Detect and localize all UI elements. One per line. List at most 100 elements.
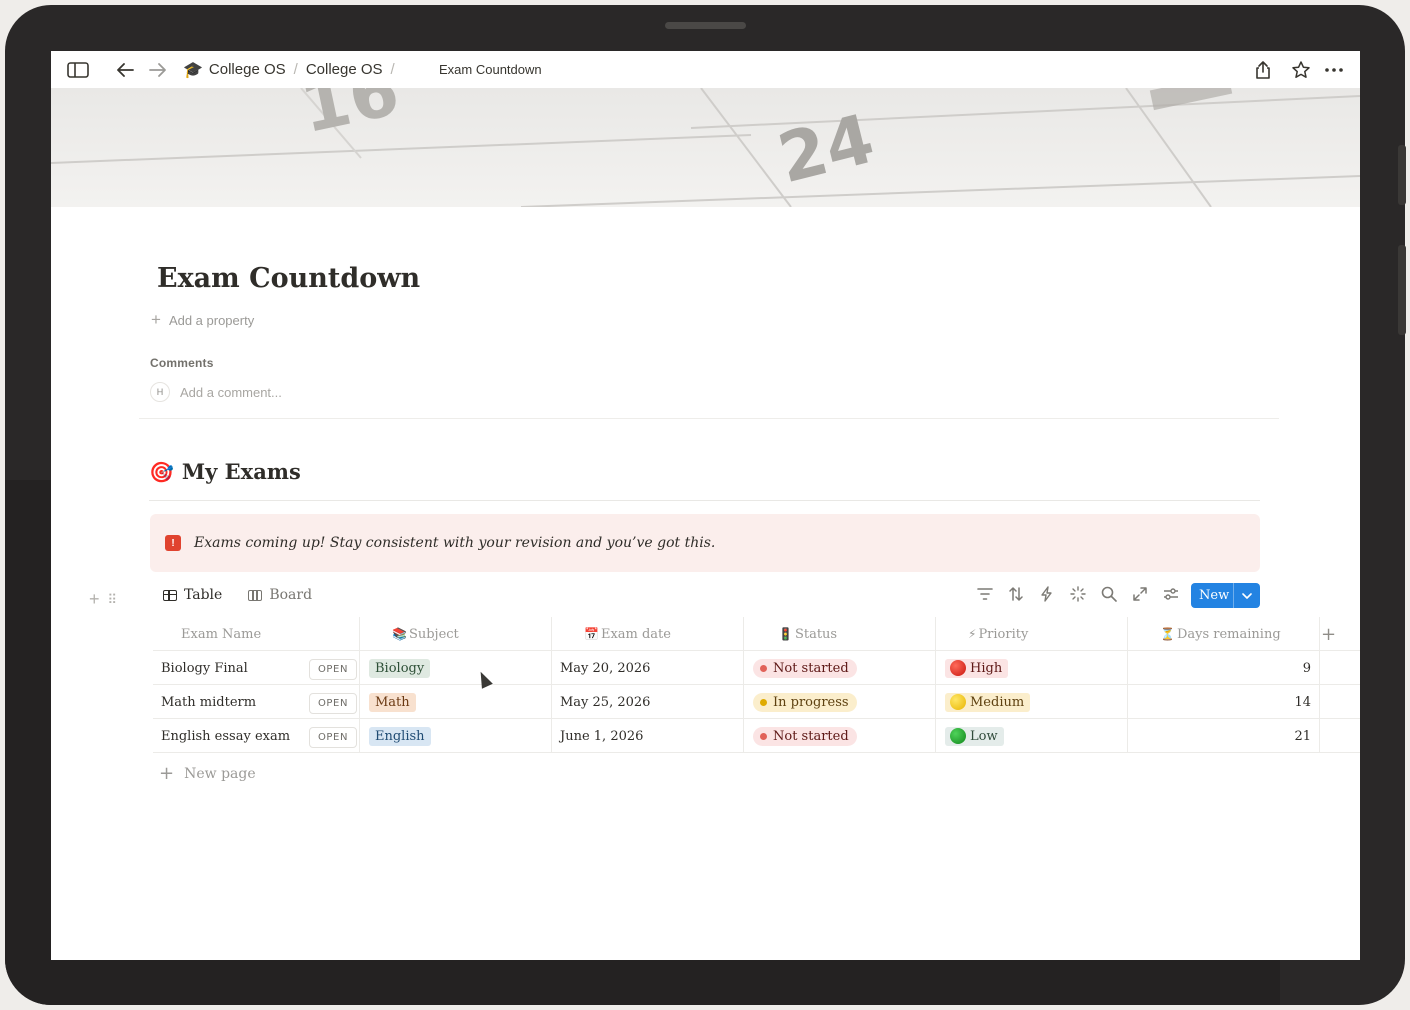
- column-header-status[interactable]: 🚦 Status: [744, 617, 936, 651]
- column-header-subject[interactable]: 📚 Subject: [360, 617, 552, 651]
- device-side-button: [1398, 145, 1406, 205]
- database-toolbar: [975, 584, 1181, 604]
- cell-exam-date[interactable]: June 1, 2026: [552, 719, 744, 753]
- open-button[interactable]: OPEN: [309, 693, 357, 714]
- column-header-priority[interactable]: ⚡ Priority: [936, 617, 1128, 651]
- add-block-icon[interactable]: +: [89, 589, 100, 610]
- cell-priority[interactable]: Medium: [936, 685, 1128, 719]
- tab-label: Table: [184, 587, 223, 603]
- drag-handle-icon[interactable]: ⠿: [108, 592, 117, 608]
- more-options-icon[interactable]: [1323, 59, 1345, 81]
- sidebar-toggle-icon[interactable]: [67, 59, 89, 81]
- sparkle-icon[interactable]: [1068, 584, 1088, 604]
- subject-tag: English: [369, 726, 431, 746]
- open-button[interactable]: OPEN: [309, 727, 357, 748]
- page-title[interactable]: Exam Countdown: [157, 263, 420, 294]
- expand-icon[interactable]: [1130, 584, 1150, 604]
- board-icon: [248, 589, 263, 601]
- table-row[interactable]: Biology Final OPEN Biology May 20, 2026 …: [153, 651, 1360, 685]
- hourglass-icon: ⏳: [1160, 627, 1175, 641]
- add-property-button[interactable]: + Add a property: [151, 310, 254, 330]
- page-cover-image[interactable]: 16 24: [51, 88, 1360, 207]
- add-column-icon[interactable]: +: [1321, 617, 1336, 651]
- cell-subject[interactable]: Math: [360, 685, 552, 719]
- new-page-button[interactable]: + New page: [159, 763, 256, 784]
- breadcrumb-current[interactable]: Exam Countdown: [439, 51, 542, 88]
- cell-priority[interactable]: High: [936, 651, 1128, 685]
- table-header-row: Exam Name 📚 Subject 📅 Exam date 🚦 Status…: [153, 617, 1360, 651]
- sort-icon[interactable]: [1006, 584, 1026, 604]
- cell-days-remaining[interactable]: 9: [1128, 651, 1320, 685]
- cell-days-remaining[interactable]: 21: [1128, 719, 1320, 753]
- new-button[interactable]: New: [1191, 583, 1260, 608]
- breadcrumb-item[interactable]: College OS: [306, 61, 383, 78]
- breadcrumb-separator: /: [390, 61, 395, 78]
- cell-status[interactable]: Not started: [744, 719, 936, 753]
- device-home-indicator: [665, 22, 746, 29]
- callout-block[interactable]: ! Exams coming up! Stay consistent with …: [150, 514, 1260, 572]
- cell-exam-name[interactable]: Math midterm OPEN: [153, 685, 360, 719]
- cell-days-remaining[interactable]: 14: [1128, 685, 1320, 719]
- filter-icon[interactable]: [975, 584, 995, 604]
- top-bar: 🎓 College OS / College OS / Exam Countdo…: [51, 51, 1360, 88]
- priority-label: Medium: [970, 694, 1025, 710]
- status-label: Not started: [773, 660, 849, 676]
- column-header-exam-name[interactable]: Exam Name: [153, 617, 360, 651]
- priority-tag: Medium: [945, 692, 1031, 712]
- cell-exam-date[interactable]: May 20, 2026: [552, 651, 744, 685]
- cell-exam-name[interactable]: Biology Final OPEN: [153, 651, 360, 685]
- siren-icon: !: [165, 535, 181, 551]
- breadcrumb-item[interactable]: College OS: [209, 61, 286, 78]
- priority-tag: Low: [945, 726, 1004, 746]
- table-row[interactable]: English essay exam OPEN English June 1, …: [153, 719, 1360, 753]
- column-header-label: Priority: [978, 626, 1029, 642]
- forward-arrow-icon[interactable]: [147, 59, 169, 81]
- divider: [149, 500, 1260, 501]
- priority-label: Low: [970, 728, 998, 744]
- cell-status[interactable]: In progress: [744, 685, 936, 719]
- back-arrow-icon[interactable]: [114, 59, 136, 81]
- device-side-button: [1398, 245, 1406, 335]
- tab-label: Board: [269, 587, 313, 603]
- settings-sliders-icon[interactable]: [1161, 584, 1181, 604]
- status-badge: In progress: [753, 692, 857, 712]
- table-row[interactable]: Math midterm OPEN Math May 25, 2026 In p…: [153, 685, 1360, 719]
- breadcrumb: 🎓 College OS / College OS /: [183, 51, 403, 88]
- avatar: H: [150, 382, 170, 402]
- status-badge: Not started: [753, 658, 857, 678]
- cell-exam-name[interactable]: English essay exam OPEN: [153, 719, 360, 753]
- block-handle[interactable]: + ⠿: [89, 589, 117, 610]
- tab-board[interactable]: Board: [248, 587, 312, 603]
- cell-subject[interactable]: English: [360, 719, 552, 753]
- traffic-light-icon: 🚦: [778, 627, 793, 641]
- view-tabs: Table Board: [163, 587, 312, 603]
- cell-exam-date[interactable]: May 25, 2026: [552, 685, 744, 719]
- comment-input[interactable]: H Add a comment...: [150, 382, 282, 402]
- cell-priority[interactable]: Low: [936, 719, 1128, 753]
- priority-tag: High: [945, 658, 1009, 678]
- section-heading[interactable]: 🎯 My Exams: [149, 459, 301, 484]
- column-header-label: Exam Name: [181, 626, 262, 642]
- app-screen: 🎓 College OS / College OS / Exam Countdo…: [51, 51, 1360, 960]
- green-circle-icon: [950, 728, 966, 744]
- column-header-label: Subject: [408, 626, 459, 642]
- tab-table[interactable]: Table: [163, 587, 222, 603]
- target-icon: 🎯: [149, 459, 174, 484]
- exam-date: May 25, 2026: [560, 694, 651, 710]
- star-icon[interactable]: [1290, 59, 1312, 81]
- cell-subject[interactable]: Biology: [360, 651, 552, 685]
- column-header-days-remaining[interactable]: ⏳ Days remaining: [1128, 617, 1320, 651]
- open-button[interactable]: OPEN: [309, 659, 357, 680]
- new-button-label[interactable]: New: [1191, 588, 1233, 603]
- column-header-exam-date[interactable]: 📅 Exam date: [552, 617, 744, 651]
- share-icon[interactable]: [1252, 59, 1274, 81]
- table-icon: [163, 589, 177, 601]
- automation-icon[interactable]: [1037, 584, 1057, 604]
- cell-status[interactable]: Not started: [744, 651, 936, 685]
- chevron-down-icon[interactable]: [1234, 592, 1260, 599]
- yellow-circle-icon: [950, 694, 966, 710]
- search-icon[interactable]: [1099, 584, 1119, 604]
- section-title: My Exams: [181, 459, 301, 484]
- subject-tag: Biology: [369, 658, 431, 678]
- add-property-label: Add a property: [168, 312, 255, 328]
